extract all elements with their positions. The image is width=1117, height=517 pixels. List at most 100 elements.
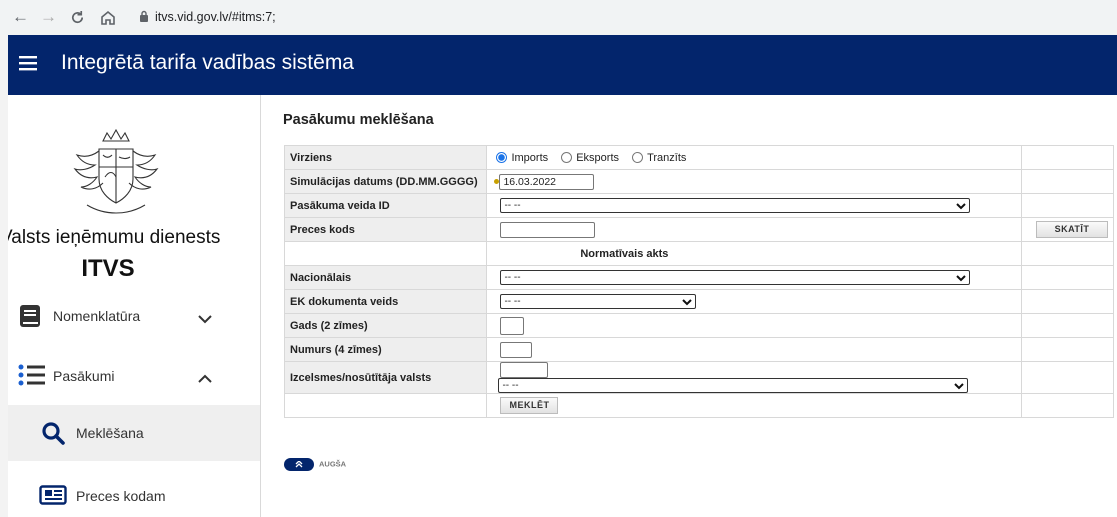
ec-doc-cell: -- -- (486, 289, 1023, 314)
view-button[interactable]: SKATĪT (1036, 221, 1108, 238)
number-label: Numurs (4 zīmes) (283, 337, 488, 362)
goods-code-input[interactable] (500, 221, 596, 238)
goods-code-cell (486, 217, 1023, 242)
forward-arrow-icon[interactable]: → (40, 7, 57, 27)
browser-toolbar: ← → itvs.vid.gov.lv/#itms:7; (0, 0, 1117, 35)
ec-doc-select[interactable]: -- -- (500, 294, 697, 310)
reload-icon[interactable] (70, 7, 85, 27)
organization-name: Valsts ieņēmumu dienests (8, 227, 221, 248)
measure-type-value: -- -- (504, 200, 521, 211)
list-icon (18, 364, 46, 391)
left-gutter (0, 35, 8, 517)
empty-cell (1021, 289, 1114, 314)
back-to-top-label: AUGŠA (319, 459, 347, 469)
radio-tranzits-label: Tranzīts (647, 151, 687, 164)
direction-cell: Imports Eksports Tranzīts (486, 145, 1023, 170)
origin-label: Izcelsmes/nosūtītāja valsts (283, 361, 488, 394)
book-icon (19, 304, 41, 333)
radio-tranzits[interactable] (632, 152, 644, 164)
back-arrow-icon[interactable]: ← (12, 7, 29, 27)
submit-cell: MEKLĒT (486, 393, 1023, 418)
form-row-direction: Virziens Imports Eksports Tranzīts (283, 145, 1114, 170)
newspaper-icon (39, 485, 67, 510)
goods-code-label: Preces kods (283, 217, 488, 242)
empty-cell (1021, 393, 1114, 418)
page-title: Pasākumu meklēšana (283, 112, 434, 128)
empty-cell (1021, 337, 1114, 362)
back-to-top[interactable]: AUGŠA (284, 458, 346, 471)
empty-cell (1021, 169, 1114, 194)
number-input[interactable] (500, 341, 533, 358)
coat-of-arms-icon (69, 127, 163, 224)
form-row-sim-date: Simulācijas datums (DD.MM.GGGG) 16.03.20… (283, 169, 1114, 194)
ec-doc-value: -- -- (504, 296, 521, 307)
direction-label: Virziens (283, 145, 488, 170)
back-to-top-button[interactable] (284, 458, 314, 471)
sim-date-cell: 16.03.2022 (486, 169, 1023, 194)
form-row-goods-code: Preces kods SKATĪT (283, 217, 1114, 242)
chevron-down-icon (956, 201, 967, 214)
chevron-up-icon[interactable] (198, 370, 212, 388)
sidebar-item-label: Meklēšana (76, 425, 144, 441)
national-label: Nacionālais (283, 265, 488, 290)
empty-cell (1021, 241, 1114, 266)
chevron-down-icon (682, 297, 693, 310)
sidebar-item-label: Pasākumi (53, 368, 115, 384)
origin-value: -- -- (502, 380, 519, 391)
sidebar-item-preces-kodam[interactable]: Preces kodam (8, 471, 260, 517)
ec-doc-label: EK dokumenta veids (283, 289, 488, 314)
sidebar-item-nomenklatura[interactable]: Nomenklatūra (8, 293, 260, 341)
origin-cell: -- -- (486, 361, 1023, 394)
form-row-year: Gads (2 zīmes) (283, 313, 1114, 338)
section-title-text: Normatīvais akts (580, 247, 669, 260)
national-cell: -- -- (486, 265, 1023, 290)
empty-cell (283, 241, 488, 266)
form-row-measure-type: Pasākuma veida ID -- -- (283, 193, 1114, 218)
radio-imports[interactable] (496, 152, 508, 164)
empty-cell (283, 393, 488, 418)
form-row-national: Nacionālais -- -- (283, 265, 1114, 290)
app-title: Integrētā tarifa vadības sistēma (61, 51, 354, 74)
app-short-name: ITVS (81, 255, 135, 282)
origin-select[interactable]: -- -- (498, 378, 969, 394)
address-bar[interactable]: itvs.vid.gov.lv/#itms:7; (139, 8, 276, 27)
origin-code-input[interactable] (500, 362, 549, 378)
sidebar-item-label: Preces kodam (76, 488, 166, 504)
national-select[interactable]: -- -- (500, 270, 971, 286)
measure-type-label: Pasākuma veida ID (283, 193, 488, 218)
form-row-number: Numurs (4 zīmes) (283, 337, 1114, 362)
year-input[interactable] (500, 316, 525, 335)
sim-date-label: Simulācijas datums (DD.MM.GGGG) (283, 169, 488, 194)
national-value: -- -- (504, 272, 521, 283)
number-cell (486, 337, 1023, 362)
empty-cell (1021, 361, 1114, 394)
empty-cell (1021, 193, 1114, 218)
sidebar: Valsts ieņēmumu dienests ITVS Nomenklatū… (8, 95, 261, 517)
sidebar-item-label: Nomenklatūra (53, 308, 141, 324)
home-icon[interactable] (100, 7, 116, 27)
view-cell: SKATĪT (1021, 217, 1114, 242)
year-label: Gads (2 zīmes) (283, 313, 488, 338)
search-button[interactable]: MEKLĒT (500, 397, 559, 414)
chevron-up-icon (295, 461, 303, 468)
empty-cell (1021, 145, 1114, 170)
form-row-origin: Izcelsmes/nosūtītāja valsts -- -- (283, 361, 1114, 394)
sidebar-item-meklesana[interactable]: Meklēšana (8, 405, 260, 461)
lock-icon (139, 9, 149, 27)
chevron-down-icon[interactable] (198, 311, 212, 329)
empty-cell (1021, 265, 1114, 290)
sidebar-item-pasakumi[interactable]: Pasākumi (8, 353, 260, 401)
radio-eksports[interactable] (561, 152, 573, 164)
sim-date-input[interactable]: 16.03.2022 (499, 173, 595, 190)
hamburger-menu-icon[interactable] (19, 56, 37, 76)
app-header: Integrētā tarifa vadības sistēma (8, 35, 1117, 95)
search-icon (41, 421, 65, 450)
form-row-ec-doc: EK dokumenta veids -- -- (283, 289, 1114, 314)
chevron-down-icon (956, 273, 967, 286)
search-form: Virziens Imports Eksports Tranzīts Simul… (283, 145, 1114, 418)
radio-imports-label: Imports (511, 151, 549, 164)
form-row-submit: MEKLĒT (283, 393, 1114, 418)
measure-type-select[interactable]: -- -- (500, 198, 971, 214)
chevron-down-icon (954, 381, 965, 394)
empty-cell (1021, 313, 1114, 338)
